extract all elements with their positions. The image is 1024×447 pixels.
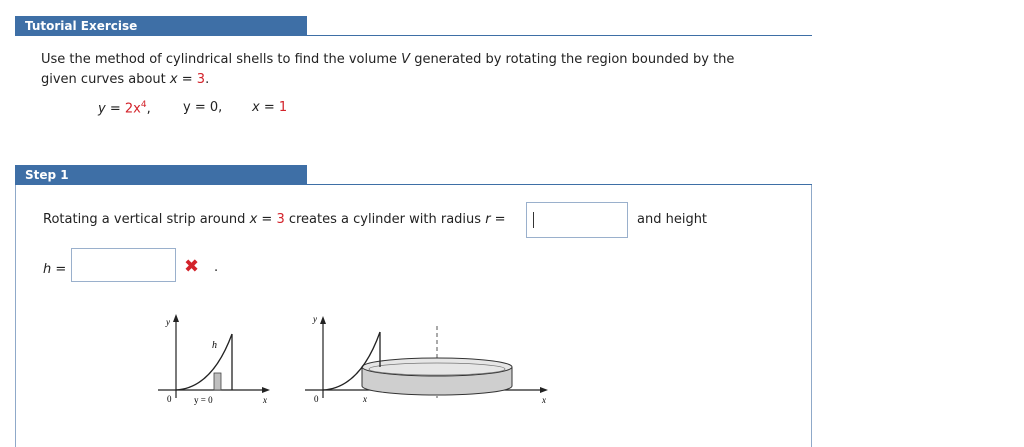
figure-right: y 0 x x <box>305 314 548 405</box>
figure-left: y h 0 y = 0 x <box>158 314 270 405</box>
x-tick-label: x <box>362 394 367 404</box>
height-label-fig: h <box>212 340 217 351</box>
vertical-strip <box>213 372 222 391</box>
x-axis-label: x <box>262 395 267 405</box>
x-axis-arrow <box>540 387 548 393</box>
origin-label: 0 <box>314 394 319 404</box>
origin-label: 0 <box>167 394 172 404</box>
y-axis-arrow <box>320 316 326 324</box>
y-axis-label: y <box>165 317 170 327</box>
step-1-figures: y h 0 y = 0 x y 0 x x <box>158 314 548 405</box>
x-axis-label: x <box>541 395 546 405</box>
y-axis-label: y <box>312 314 317 324</box>
cylinder-top <box>361 357 513 377</box>
x-axis-arrow <box>262 387 270 393</box>
y-axis-arrow <box>173 314 179 322</box>
y-equals-0-label: y = 0 <box>194 395 213 405</box>
curve-2x4 <box>175 333 233 391</box>
